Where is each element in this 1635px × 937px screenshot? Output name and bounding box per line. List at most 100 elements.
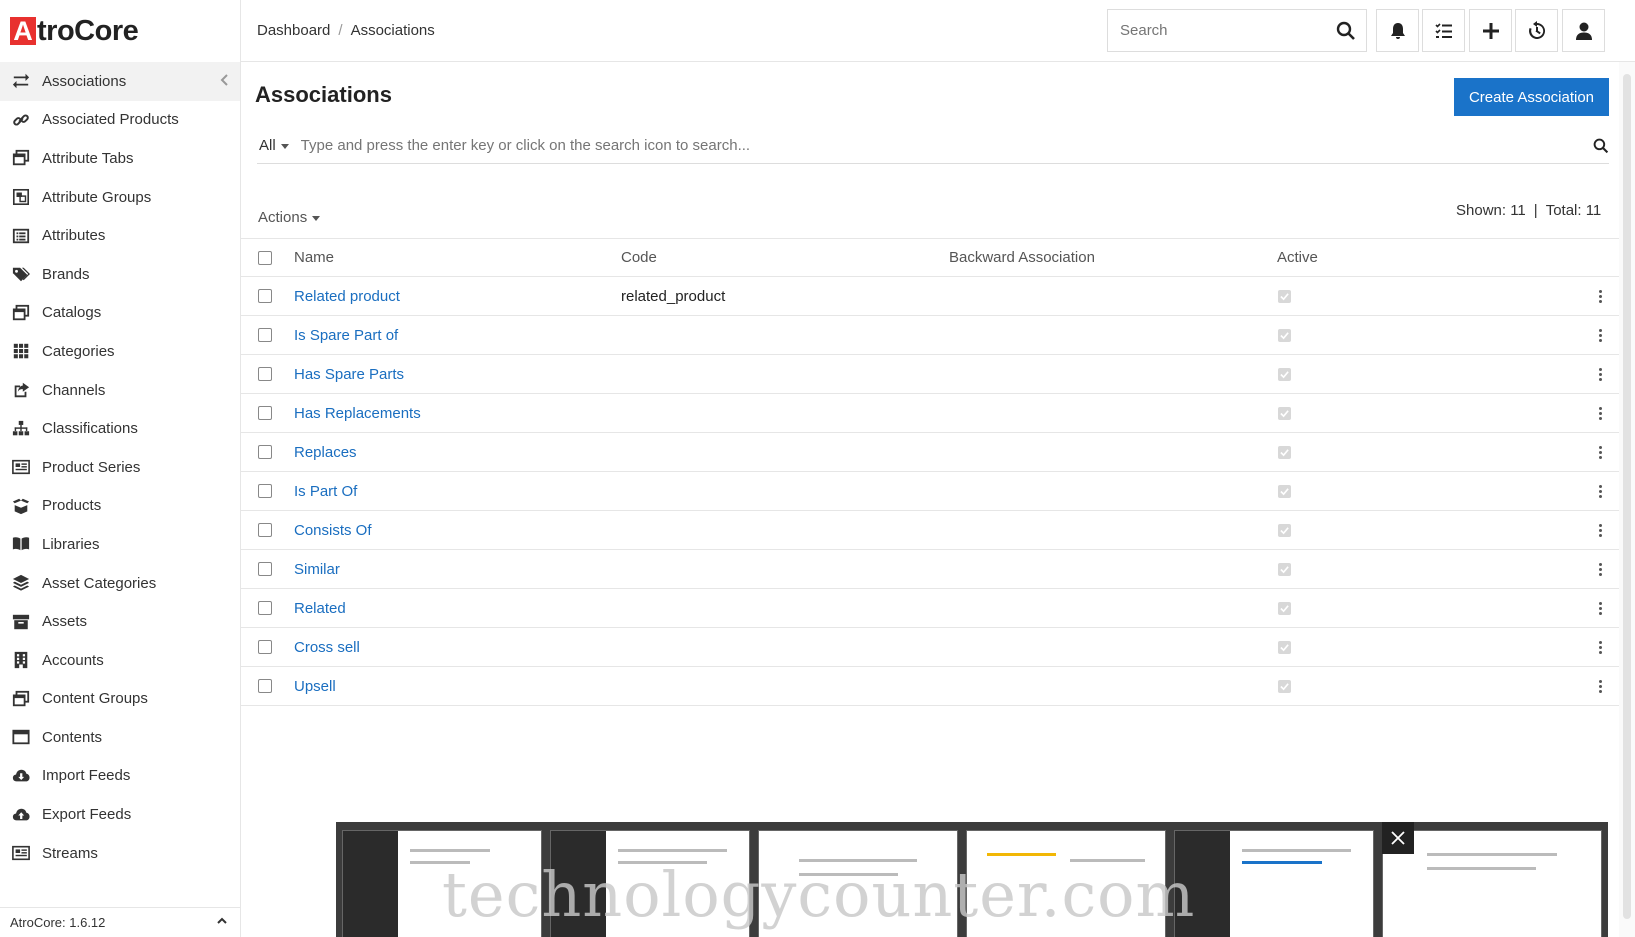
search-icon[interactable]: [1336, 21, 1356, 46]
gallery-thumbnail[interactable]: [1382, 830, 1602, 937]
column-header-active[interactable]: Active: [1277, 249, 1577, 266]
association-name-link[interactable]: Consists Of: [294, 522, 621, 539]
sidebar-item-content-groups[interactable]: Content Groups: [0, 680, 240, 719]
sidebar-item-categories[interactable]: Categories: [0, 332, 240, 371]
column-header-backward-association[interactable]: Backward Association: [949, 249, 1277, 266]
active-checkbox: [1278, 484, 1291, 498]
breadcrumb-current: Associations: [350, 22, 435, 39]
app-logo[interactable]: A troCore: [0, 0, 240, 62]
caret-down-icon: [280, 143, 289, 149]
row-actions-menu-icon[interactable]: [1598, 445, 1602, 459]
sidebar-item-accounts[interactable]: Accounts: [0, 641, 240, 680]
sidebar-item-asset-categories[interactable]: Asset Categories: [0, 564, 240, 603]
row-checkbox[interactable]: [258, 328, 272, 342]
table-row: Cross sell: [241, 628, 1624, 667]
close-gallery-button[interactable]: [1382, 822, 1414, 854]
create-association-button[interactable]: Create Association: [1454, 78, 1609, 116]
row-checkbox[interactable]: [258, 484, 272, 498]
global-search-input[interactable]: [1120, 22, 1320, 39]
sidebar-item-associated-products[interactable]: Associated Products: [0, 101, 240, 140]
column-header-name[interactable]: Name: [294, 249, 621, 266]
sidebar-item-label: Content Groups: [42, 690, 148, 708]
row-actions-menu-icon[interactable]: [1598, 328, 1602, 342]
newspaper-icon: [11, 457, 31, 477]
association-name-link[interactable]: Related product: [294, 288, 621, 305]
archive-icon: [11, 612, 31, 632]
tasks-button[interactable]: [1422, 9, 1465, 52]
row-actions-menu-icon[interactable]: [1598, 640, 1602, 654]
association-name-link[interactable]: Similar: [294, 561, 621, 578]
association-name-link[interactable]: Cross sell: [294, 639, 621, 656]
th-grid-icon: [11, 341, 31, 361]
sidebar-item-import-feeds[interactable]: Import Feeds: [0, 757, 240, 796]
row-checkbox[interactable]: [258, 679, 272, 693]
table-row: Similar: [241, 550, 1624, 589]
row-checkbox[interactable]: [258, 367, 272, 381]
sidebar-item-libraries[interactable]: Libraries: [0, 525, 240, 564]
sidebar-item-attribute-groups[interactable]: Attribute Groups: [0, 178, 240, 217]
actions-dropdown[interactable]: Actions: [258, 209, 321, 226]
history-button[interactable]: [1515, 9, 1558, 52]
row-checkbox[interactable]: [258, 289, 272, 303]
page-scrollbar[interactable]: [1619, 62, 1635, 937]
sidebar-item-brands[interactable]: Brands: [0, 255, 240, 294]
sidebar-item-channels[interactable]: Channels: [0, 371, 240, 410]
newspaper-icon: [11, 843, 31, 863]
sidebar-footer: AtroCore: 1.6.12: [0, 907, 240, 937]
table-row: Replaces: [241, 433, 1624, 472]
search-icon[interactable]: [1593, 138, 1609, 159]
association-name-link[interactable]: Related: [294, 600, 621, 617]
list-alt-icon: [11, 226, 31, 246]
list-search-input[interactable]: [300, 137, 1501, 154]
search-filter-bar: All: [257, 128, 1609, 164]
association-name-link[interactable]: Is Spare Part of: [294, 327, 621, 344]
breadcrumb-dashboard[interactable]: Dashboard: [257, 22, 330, 39]
quick-create-button[interactable]: [1469, 9, 1512, 52]
gallery-thumbnail[interactable]: [1174, 830, 1374, 937]
breadcrumb-separator: /: [338, 22, 343, 39]
scrollbar-thumb[interactable]: [1623, 74, 1631, 919]
filter-scope-dropdown[interactable]: All: [259, 137, 289, 154]
row-actions-menu-icon[interactable]: [1598, 562, 1602, 576]
row-actions-menu-icon[interactable]: [1598, 679, 1602, 693]
row-actions-menu-icon[interactable]: [1598, 484, 1602, 498]
row-actions-menu-icon[interactable]: [1598, 367, 1602, 381]
sidebar-item-streams[interactable]: Streams: [0, 834, 240, 873]
logo-mark: A: [10, 17, 36, 45]
active-cell: [1277, 366, 1577, 383]
chevron-left-icon[interactable]: [220, 73, 230, 89]
sidebar-item-catalogs[interactable]: Catalogs: [0, 294, 240, 333]
row-checkbox[interactable]: [258, 562, 272, 576]
sidebar-item-associations[interactable]: Associations: [0, 62, 240, 101]
sidebar-item-classifications[interactable]: Classifications: [0, 409, 240, 448]
association-name-link[interactable]: Has Replacements: [294, 405, 621, 422]
row-checkbox[interactable]: [258, 523, 272, 537]
sidebar-item-products[interactable]: Products: [0, 487, 240, 526]
row-actions-menu-icon[interactable]: [1598, 289, 1602, 303]
row-checkbox[interactable]: [258, 406, 272, 420]
row-actions-menu-icon[interactable]: [1598, 523, 1602, 537]
sidebar-item-export-feeds[interactable]: Export Feeds: [0, 795, 240, 834]
row-checkbox[interactable]: [258, 601, 272, 615]
user-menu-button[interactable]: [1562, 9, 1605, 52]
association-name-link[interactable]: Replaces: [294, 444, 621, 461]
active-cell: [1277, 522, 1577, 539]
association-name-link[interactable]: Has Spare Parts: [294, 366, 621, 383]
association-name-link[interactable]: Is Part Of: [294, 483, 621, 500]
active-checkbox: [1278, 367, 1291, 381]
sidebar-item-assets[interactable]: Assets: [0, 602, 240, 641]
sidebar-item-attribute-tabs[interactable]: Attribute Tabs: [0, 139, 240, 178]
sidebar-item-product-series[interactable]: Product Series: [0, 448, 240, 487]
row-checkbox[interactable]: [258, 445, 272, 459]
select-all-checkbox[interactable]: [258, 250, 272, 265]
column-header-code[interactable]: Code: [621, 249, 949, 266]
association-name-link[interactable]: Upsell: [294, 678, 621, 695]
sidebar-item-contents[interactable]: Contents: [0, 718, 240, 757]
row-checkbox[interactable]: [258, 640, 272, 654]
notifications-button[interactable]: [1376, 9, 1419, 52]
row-actions-menu-icon[interactable]: [1598, 601, 1602, 615]
chevron-up-icon[interactable]: [216, 915, 228, 930]
table-row: Upsell: [241, 667, 1624, 706]
row-actions-menu-icon[interactable]: [1598, 406, 1602, 420]
sidebar-item-attributes[interactable]: Attributes: [0, 216, 240, 255]
